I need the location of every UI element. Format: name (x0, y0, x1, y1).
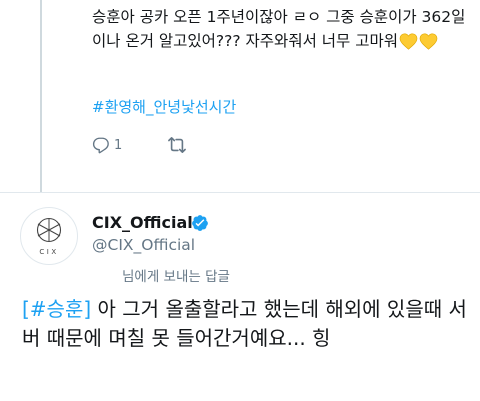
parent-tweet[interactable]: 승훈아 공카 오픈 1주년이잖아 ㄹㅇ 그중 승훈이가 362일이나 온거 알고… (0, 0, 480, 192)
reply-count: 1 (114, 137, 123, 153)
handle[interactable]: @CIX_Official (92, 236, 195, 254)
reply-tweet[interactable]: CIX CIX_Official @CIX_Official 님에게 보내는 답… (0, 193, 480, 401)
parent-tweet-text: 승훈아 공카 오픈 1주년이잖아 ㄹㅇ 그중 승훈이가 362일이나 온거 알고… (92, 5, 472, 54)
tweet-actions: 1 (92, 134, 232, 156)
reply-icon (92, 137, 109, 154)
retweet-icon (168, 136, 187, 154)
display-name[interactable]: CIX_Official (92, 213, 193, 232)
hashtag-link[interactable]: #환영해_안녕낯선시간 (92, 96, 236, 117)
cix-logo: CIX (36, 217, 62, 256)
reply-tweet-text: [#승훈] 아 그거 올출할라고 했는데 해외에 있을때 서버 때문에 며칠 못… (22, 295, 472, 353)
hashtag-link[interactable]: [#승훈] (22, 297, 91, 321)
avatar[interactable]: CIX (20, 207, 78, 265)
reply-button[interactable]: 1 (92, 136, 122, 154)
svg-text:CIX: CIX (39, 248, 58, 256)
yellow-heart-icon (398, 30, 438, 54)
retweet-button[interactable] (166, 136, 188, 154)
thread-connector-line (40, 0, 42, 192)
reply-context: 님에게 보내는 답글 (122, 269, 230, 285)
verified-badge-icon (192, 215, 208, 231)
